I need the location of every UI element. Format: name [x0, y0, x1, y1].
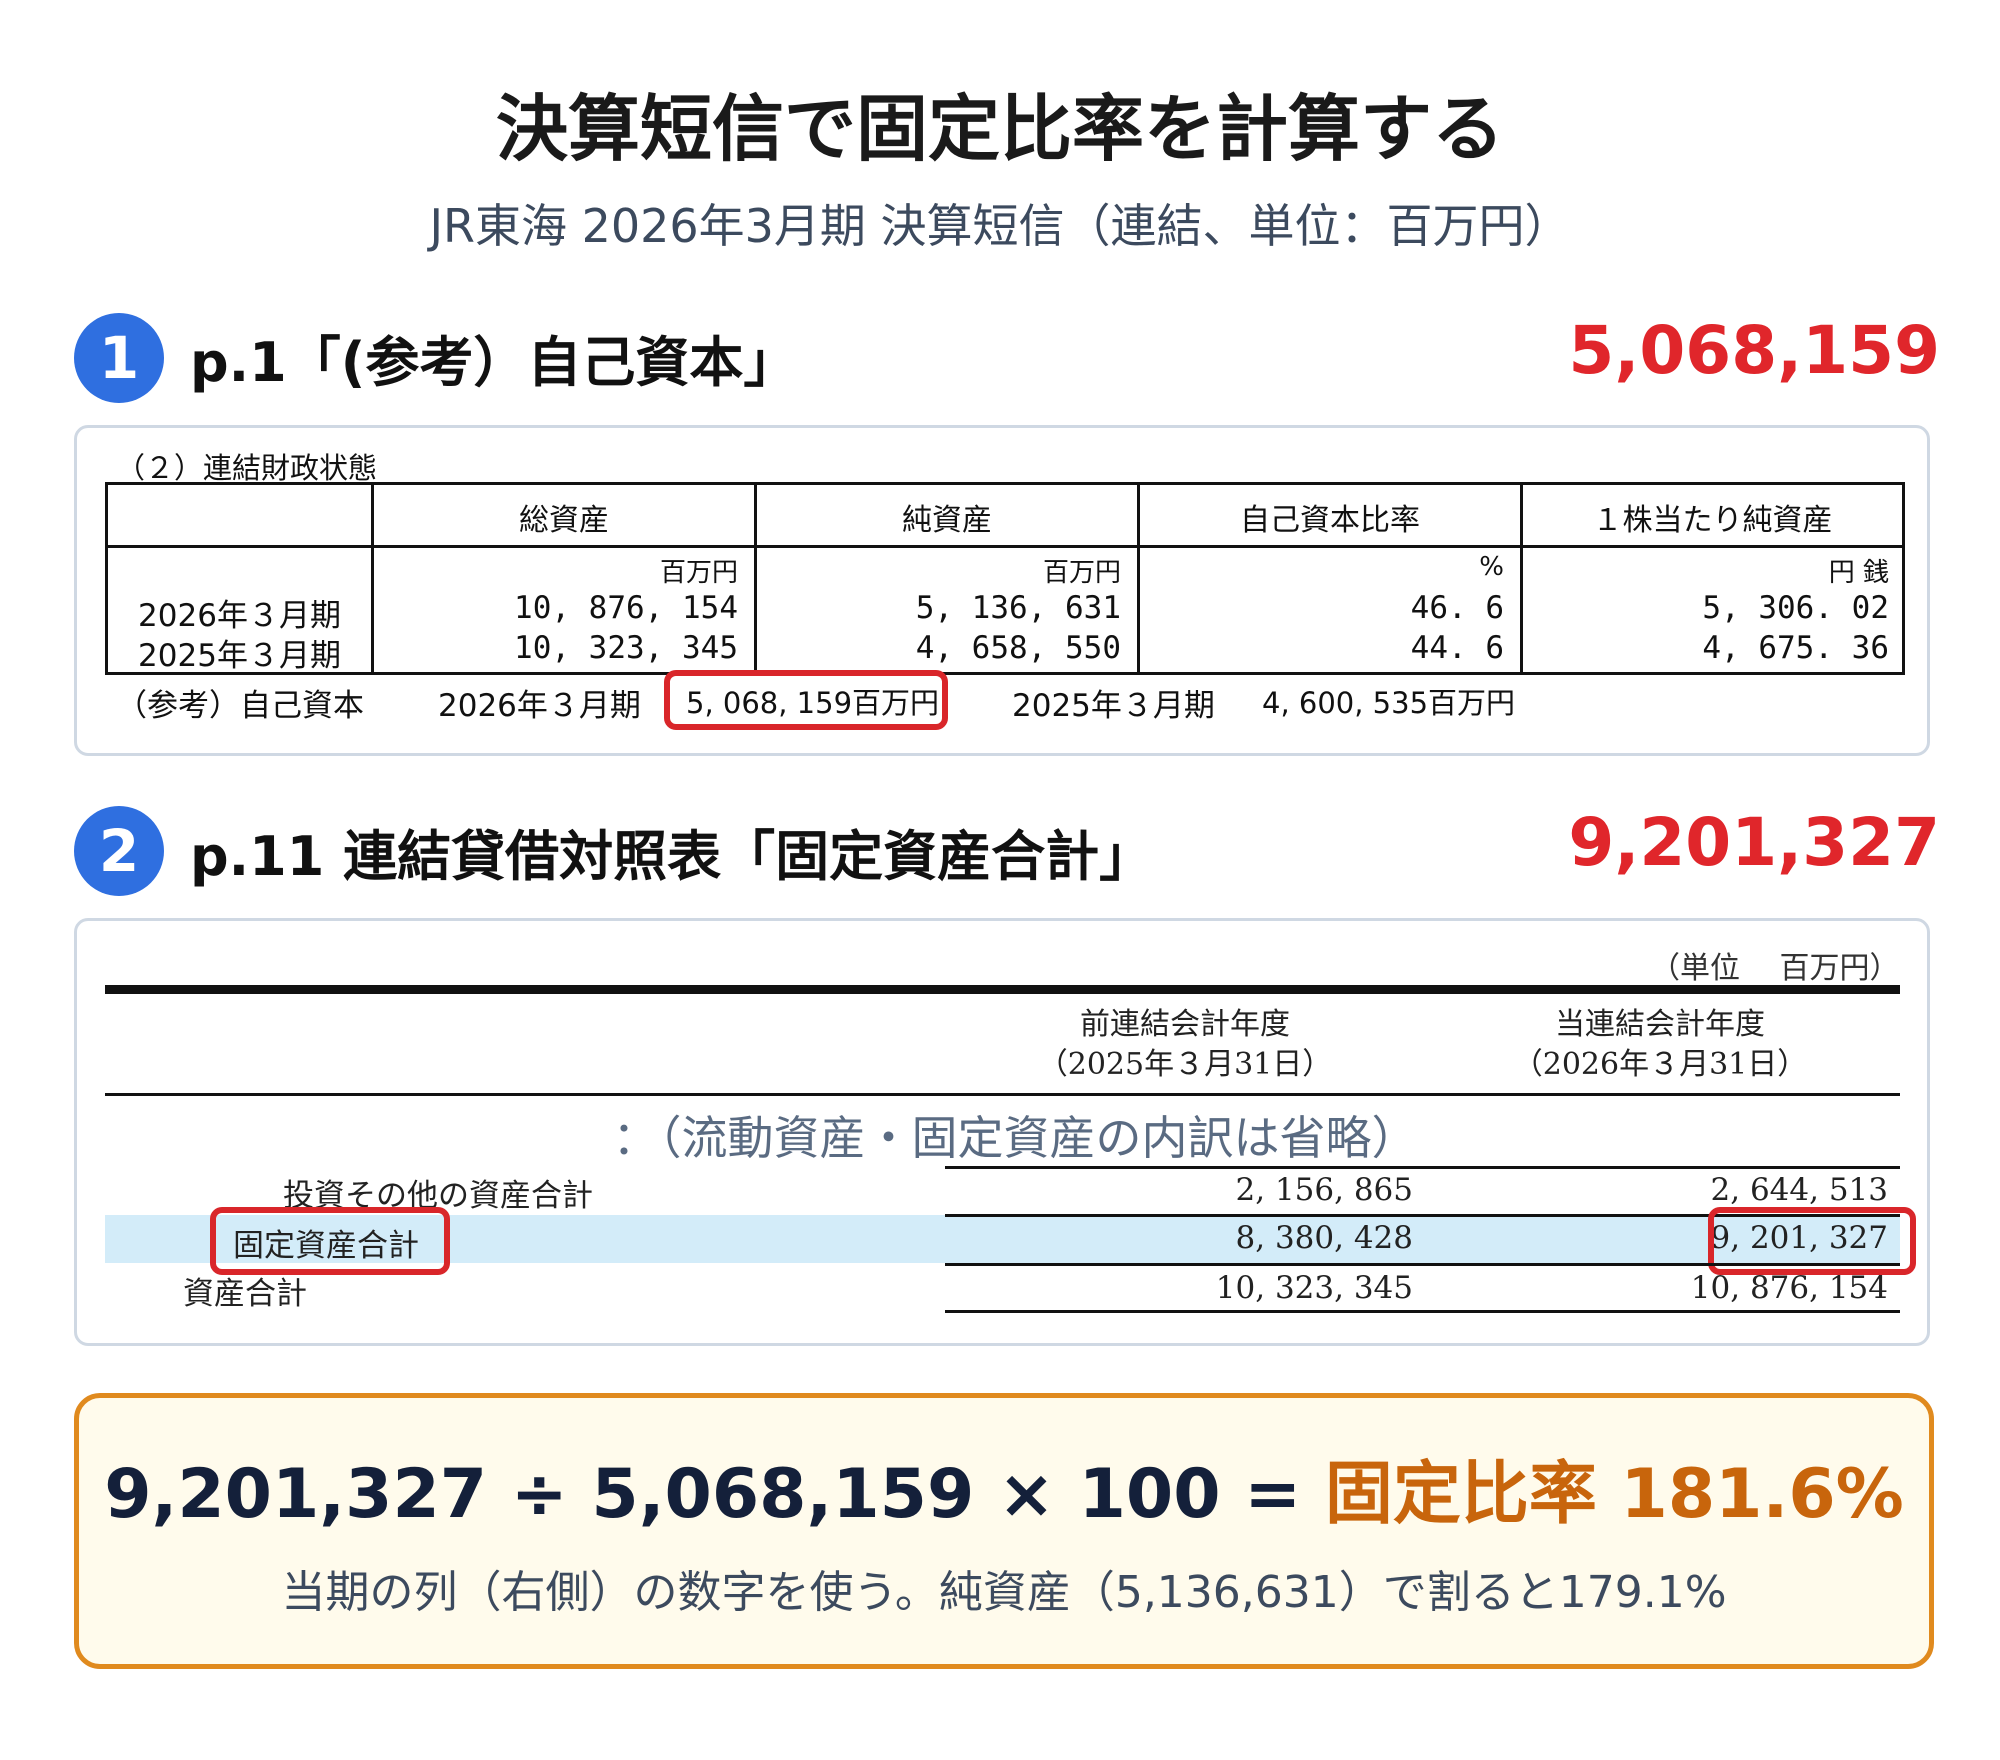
table-cell: 5, 136, 631: [915, 590, 1121, 626]
step-1-value: 5,068,159: [1568, 312, 1940, 389]
column-header-net-assets: 純資産: [902, 503, 992, 538]
unit-label: 円 銭: [1828, 558, 1889, 588]
formula-result: 固定比率 181.6%: [1324, 1455, 1904, 1534]
unit-label: 百万円: [659, 558, 738, 588]
column-header-total-assets: 総資産: [519, 503, 609, 538]
table-border-bottom: [105, 672, 1905, 675]
column-header-bps: １株当たり純資産: [1592, 503, 1833, 538]
unit-label: 百万円: [1042, 558, 1121, 588]
column-header-equity-ratio: 自己資本比率: [1240, 503, 1420, 538]
reference-value: 4, 600, 535百万円: [1262, 686, 1516, 720]
row-rule: [945, 1310, 1900, 1313]
table-cell: 5, 306. 02: [1702, 590, 1889, 626]
page-title: 決算短信で固定比率を計算する: [495, 87, 1504, 171]
unit-note: （単位 百万円）: [1650, 951, 1900, 986]
table-rule-header: [105, 1093, 1900, 1096]
table-cell: 8, 380, 428: [1235, 1220, 1413, 1256]
row-label: 2026年３月期: [138, 598, 341, 634]
formula-box: 9,201,327 ÷ 5,068,159 × 100 = 固定比率 181.6…: [74, 1393, 1934, 1669]
step-2-badge: 2: [74, 806, 164, 896]
reference-label: （参考）自己資本: [116, 688, 364, 724]
unit-label: %: [1479, 552, 1504, 582]
table-cell: 10, 323, 345: [1215, 1270, 1413, 1306]
highlight-box-label: [210, 1207, 450, 1275]
row-rule: [945, 1166, 1900, 1169]
column-header-prior-year: 前連結会計年度 （2025年３月31日）: [1037, 1007, 1333, 1082]
formula-expression: 9,201,327 ÷ 5,068,159 × 100 = 固定比率 181.6…: [79, 1438, 1929, 1537]
row-label: 2025年３月期: [138, 638, 341, 674]
step-2-value: 9,201,327: [1568, 804, 1940, 881]
table-cell: 10, 876, 154: [1690, 1270, 1888, 1306]
table-caption: （２）連結財政状態: [116, 451, 378, 485]
row-rule: [945, 1263, 1900, 1266]
table-cell: 2, 156, 865: [1235, 1172, 1413, 1208]
step-1-badge: 1: [74, 313, 164, 403]
row-label: 資産合計: [183, 1276, 307, 1312]
formula-calculation: 9,201,327 ÷ 5,068,159 × 100 =: [104, 1455, 1325, 1534]
reference-value-equity: 5, 068, 159百万円: [686, 686, 940, 720]
step-1-heading: p.1「(参考）自己資本」: [190, 331, 798, 394]
table-cell: 44. 6: [1410, 630, 1504, 666]
table-cell: 2, 644, 513: [1710, 1172, 1888, 1208]
table-rule-top: [105, 985, 1900, 994]
table-cell: 10, 876, 154: [514, 590, 738, 626]
table-cell: 4, 658, 550: [915, 630, 1121, 666]
column-header-current-year: 当連結会計年度 （2026年３月31日）: [1512, 1007, 1808, 1082]
page-subtitle: JR東海 2026年3月期 決算短信（連結、単位：百万円）: [429, 199, 1571, 253]
reference-period: 2025年３月期: [1012, 688, 1215, 724]
formula-note: 当期の列（右側）の数字を使う。純資産（5,136,631）で割ると179.1%: [281, 1567, 1727, 1618]
table-border-header: [105, 545, 1905, 548]
table-border-right: [1902, 482, 1905, 675]
table-cell: 46. 6: [1410, 590, 1504, 626]
step-2-heading: p.11 連結貸借対照表「固定資産合計」: [190, 825, 1154, 888]
table-cell: 10, 323, 345: [514, 630, 738, 666]
table-border-top: [105, 482, 1905, 485]
omitted-note: ：（流動資産・固定資産の内訳は省略）: [612, 1111, 1418, 1165]
table-cell: 4, 675. 36: [1702, 630, 1889, 666]
reference-period: 2026年３月期: [438, 688, 641, 724]
